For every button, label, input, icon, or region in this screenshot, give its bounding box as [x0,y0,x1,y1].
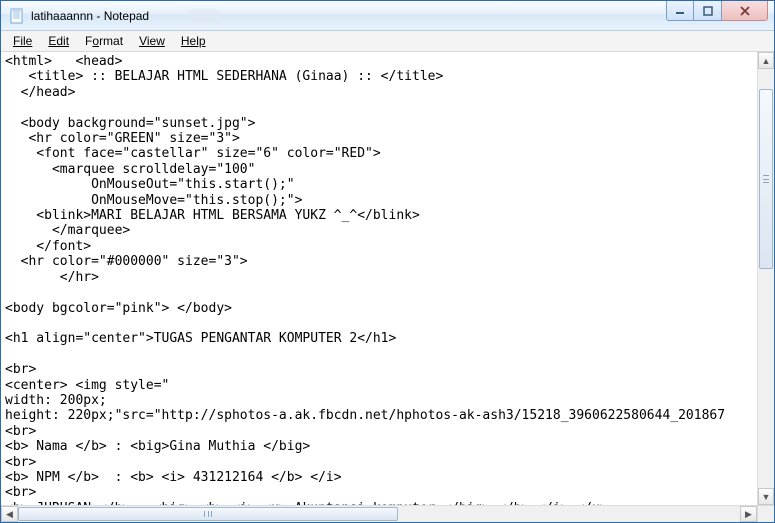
menu-view[interactable]: View [131,32,173,50]
menu-format[interactable]: Format [77,32,131,50]
hscroll-thumb[interactable] [18,507,398,521]
client-area: <html> <head> <title> :: BELAJAR HTML SE… [1,52,774,522]
vscroll-track[interactable] [758,69,774,488]
scroll-down-button[interactable]: ▼ [758,488,774,505]
horizontal-scrollbar[interactable]: ◀ ▶ [1,505,757,522]
hscroll-track[interactable] [18,506,740,522]
notepad-icon [9,8,25,24]
maximize-button[interactable] [694,1,722,21]
notepad-window: latihaaannn - Notepad File Edit Format V… [0,0,775,523]
menubar: File Edit Format View Help [1,31,774,52]
scroll-up-button[interactable]: ▲ [758,52,774,69]
vertical-scrollbar[interactable]: ▲ ▼ [757,52,774,505]
window-controls [666,1,768,21]
menu-file[interactable]: File [5,32,40,50]
vscroll-thumb[interactable] [759,89,773,269]
window-title: latihaaannn - Notepad [31,9,149,23]
size-grip[interactable] [757,505,774,522]
scroll-left-button[interactable]: ◀ [1,506,18,522]
menu-help[interactable]: Help [173,32,214,50]
text-editor[interactable]: <html> <head> <title> :: BELAJAR HTML SE… [1,52,757,505]
titlebar[interactable]: latihaaannn - Notepad [1,1,774,31]
close-button[interactable] [722,1,768,21]
minimize-button[interactable] [666,1,694,21]
scroll-right-button[interactable]: ▶ [740,506,757,522]
editor-wrap: <html> <head> <title> :: BELAJAR HTML SE… [1,52,774,522]
menu-edit[interactable]: Edit [40,32,77,50]
titlebar-ghost [189,9,219,23]
